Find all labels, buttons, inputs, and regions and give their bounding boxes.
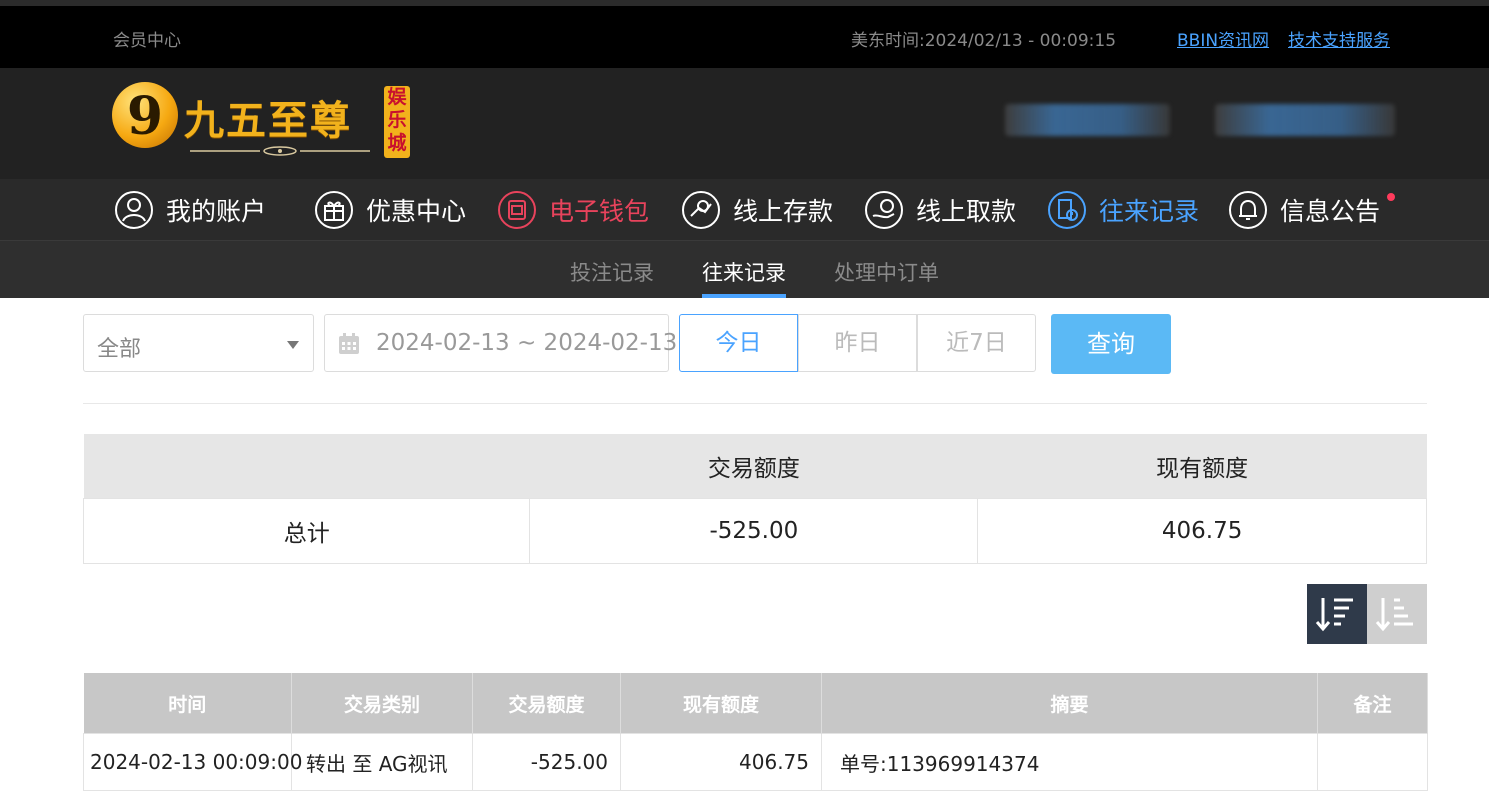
nav-promotions[interactable]: 优惠中心 [314,189,466,231]
search-button[interactable]: 查询 [1051,314,1171,374]
summary-header: 现有额度 [977,434,1427,499]
active-tab-underline [702,294,786,298]
yesterday-button[interactable]: 昨日 [798,314,917,372]
records-table: 时间 交易类别 交易额度 现有额度 摘要 备注 2024-02-13 00:09… [83,673,1428,791]
withdraw-icon [865,191,903,229]
tech-support-link[interactable]: 技术支持服务 [1288,26,1390,51]
nav-e-wallet[interactable]: 电子钱包 [497,189,649,231]
member-center-label: 会员中心 [113,31,181,51]
summary-transaction-amount: -525.00 [529,498,979,564]
cell-amount: -525.00 [472,733,621,791]
main-nav: 我的账户 优惠中心 电子钱包 线上存款 线上取款 往来记录 信息公告 [0,179,1489,241]
sub-nav: 投注记录 往来记录 处理中订单 [0,241,1489,298]
last-7-days-button[interactable]: 近7日 [917,314,1036,372]
sort-ascending-button[interactable] [1367,584,1427,644]
nav-announcements[interactable]: 信息公告 [1228,189,1380,231]
logo-badge: 娱 乐 城 [384,86,410,158]
column-header-summary: 摘要 [821,673,1318,734]
cell-type: 转出 至 AG视讯 [291,733,473,791]
chevron-down-icon [287,341,299,349]
divider [83,403,1427,404]
nav-label: 线上取款 [916,197,1017,226]
gift-icon [315,191,353,229]
time-value: 2024/02/13 - 00:09:15 [924,31,1117,51]
summary-total-row: 总计 -525.00 406.75 [82,498,1427,564]
blurred-balance [1215,104,1395,136]
nav-label: 信息公告 [1280,197,1381,226]
sort-descending-icon [1315,598,1353,632]
tab-transaction-records[interactable]: 往来记录 [702,257,786,287]
date-range-value: 2024-02-13 ~ 2024-02-13 [376,330,678,356]
column-header-note: 备注 [1317,673,1428,734]
nav-transaction-records[interactable]: 往来记录 [1047,189,1199,231]
cell-balance: 406.75 [620,733,822,791]
logo-ornament-icon [190,146,370,156]
column-header-time: 时间 [83,673,292,734]
cell-time: 2024-02-13 00:09:00 [83,733,302,791]
nav-my-account[interactable]: 我的账户 [114,189,266,231]
nav-label: 我的账户 [166,197,267,226]
column-header-amount: 交易额度 [472,673,621,734]
blurred-username [1005,104,1170,136]
nav-label: 电子钱包 [549,197,650,226]
eastern-time: 美东时间:2024/02/13 - 00:09:15 [851,26,1116,51]
sort-descending-button[interactable] [1307,584,1367,644]
deposit-icon [682,191,720,229]
type-select-value: 全部 [97,337,142,362]
today-button[interactable]: 今日 [679,314,798,372]
bbin-news-link[interactable]: BBIN资讯网 [1177,26,1269,51]
calendar-icon [339,333,359,354]
records-icon [1048,191,1086,229]
nav-label: 往来记录 [1099,197,1200,226]
logo-coin-icon: 9 [112,82,178,148]
logo-text: 九五至尊 [184,97,352,144]
summary-header [83,434,530,499]
summary-header: 交易额度 [529,434,978,499]
table-row: 2024-02-13 00:09:00 转出 至 AG视讯 -525.00 40… [83,733,1428,791]
bell-icon [1229,191,1267,229]
tab-bet-records[interactable]: 投注记录 [570,257,654,287]
nav-label: 优惠中心 [366,197,467,226]
time-label: 美东时间: [851,31,925,51]
type-select[interactable]: 全部 [83,314,314,372]
nav-label: 线上存款 [733,197,834,226]
column-header-balance: 现有额度 [620,673,822,734]
top-bar: 会员中心 美东时间:2024/02/13 - 00:09:15 BBIN资讯网 … [0,6,1489,68]
cell-summary: 单号:113969914374 [821,733,1318,791]
summary-current-balance: 406.75 [977,498,1427,564]
logo[interactable]: 9 九五至尊 娱 乐 城 [112,82,412,162]
notification-dot [1387,193,1395,201]
sort-ascending-icon [1375,598,1413,632]
wallet-icon [498,191,536,229]
user-icon [115,191,153,229]
cell-note [1317,733,1428,791]
records-header-row: 时间 交易类别 交易额度 现有额度 摘要 备注 [83,673,1428,734]
summary-header-row: 交易额度 现有额度 [83,434,1427,499]
nav-online-deposit[interactable]: 线上存款 [681,189,833,231]
column-header-type: 交易类别 [291,673,473,734]
summary-table: 交易额度 现有额度 总计 -525.00 406.75 [82,434,1427,564]
tab-pending-orders[interactable]: 处理中订单 [834,257,939,287]
header: 9 九五至尊 娱 乐 城 [0,68,1489,179]
summary-total-label: 总计 [82,498,531,564]
date-range-input[interactable]: 2024-02-13 ~ 2024-02-13 [324,314,677,372]
nav-online-withdraw[interactable]: 线上取款 [864,189,1016,231]
